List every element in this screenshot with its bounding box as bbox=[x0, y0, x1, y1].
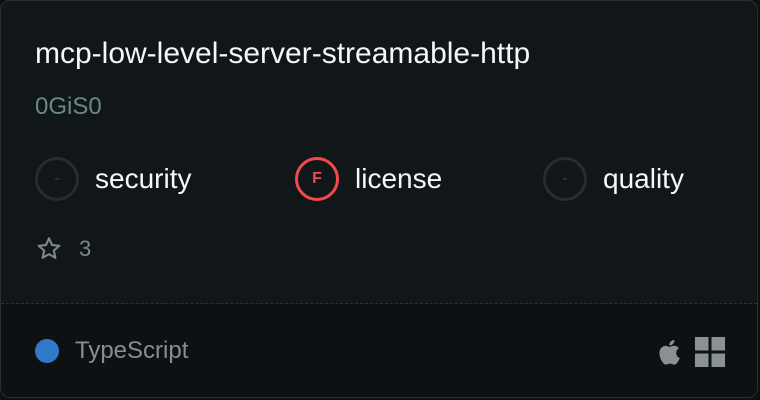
quality-label: quality bbox=[603, 163, 684, 194]
repository-card[interactable]: mcp-low-level-server-streamable-http 0Gi… bbox=[0, 0, 758, 398]
language: TypeScript bbox=[35, 337, 188, 365]
language-label: TypeScript bbox=[75, 337, 189, 364]
apple-icon bbox=[655, 337, 681, 367]
language-color-dot bbox=[35, 339, 59, 363]
star-count: 3 bbox=[79, 236, 92, 261]
platform-icons bbox=[655, 337, 725, 367]
star-outline-icon bbox=[35, 235, 63, 263]
windows-icon bbox=[695, 337, 725, 367]
score-row: - security F license - quality bbox=[35, 155, 725, 203]
repo-title[interactable]: mcp-low-level-server-streamable-http bbox=[35, 37, 530, 71]
quality-grade-badge: - bbox=[543, 157, 587, 201]
repo-owner[interactable]: 0GiS0 bbox=[35, 93, 102, 121]
license-label: license bbox=[355, 163, 443, 194]
quality-score[interactable]: - quality bbox=[543, 155, 684, 203]
security-label: security bbox=[95, 163, 192, 194]
license-score[interactable]: F license bbox=[295, 155, 442, 203]
security-score[interactable]: - security bbox=[35, 155, 191, 203]
stars[interactable]: 3 bbox=[35, 235, 91, 263]
card-footer: TypeScript bbox=[1, 304, 757, 397]
license-grade-badge: F bbox=[295, 157, 339, 201]
security-grade-badge: - bbox=[35, 157, 79, 201]
